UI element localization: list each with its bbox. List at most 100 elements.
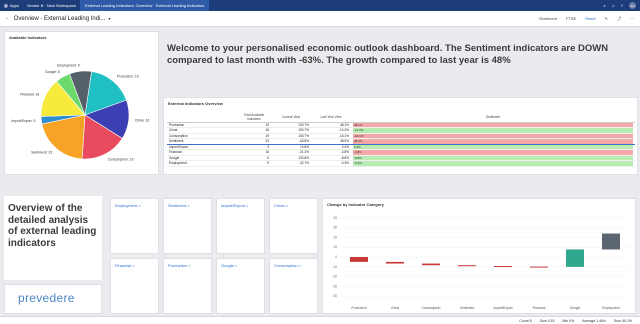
row-sentiment-spark: -10.3% — [351, 127, 635, 134]
sparkline-label: 0.4% — [354, 144, 361, 149]
share-icon[interactable]: ⤴ — [617, 16, 621, 22]
prevedere-logo: prevedere — [18, 291, 75, 305]
sheet-toolbar: ‹ Overview - External Leading Indi... ▾ … — [0, 11, 640, 27]
top-app-bar: ▦ Apps Vendor B · New Workspace External… — [0, 0, 640, 11]
tile-label: Google > — [221, 263, 238, 268]
x-tick-label: Production — [351, 306, 366, 310]
sentiment-sparkline: -16.1% — [353, 133, 633, 138]
pie-label: Google: 6 — [45, 70, 60, 74]
col-header-last[interactable]: Last Year View — [311, 112, 351, 123]
overview-text: Overview of the detailed analysis of ext… — [8, 203, 97, 249]
status-min: Min 0% — [562, 318, 575, 323]
sparkline-label: -16.1% — [354, 133, 364, 138]
tile-production[interactable]: Production > — [163, 258, 212, 314]
sentiment-sparkline: 0.4% — [353, 144, 633, 149]
waterfall-bar-google[interactable] — [566, 249, 584, 267]
avatar[interactable]: ZH — [629, 2, 636, 9]
tile-label: Consumption > — [274, 263, 302, 268]
waterfall-bar-sentiment[interactable] — [458, 265, 476, 267]
pie-label: Employment: 9 — [57, 63, 80, 67]
waterfall-bar-import-export[interactable] — [494, 265, 512, 267]
tile-google[interactable]: Google > — [216, 258, 265, 314]
waterfall-bar-consumption[interactable] — [422, 263, 440, 266]
col-header-current[interactable]: Current View — [271, 112, 311, 123]
sparkline-label: -3.8% — [354, 150, 362, 154]
pie-label: China: 16 — [135, 118, 150, 122]
row-sentiment-spark: -3.8% — [351, 149, 635, 156]
x-tick-label: Consumption — [422, 306, 441, 310]
apps-label: Apps — [9, 3, 19, 8]
status-max: Sum 40.1% — [613, 318, 632, 323]
grid-icon: ▦ — [4, 3, 8, 8]
row-sentiment-spark: -8.8% — [351, 155, 635, 161]
pie-label: Financial: 16 — [20, 93, 39, 97]
sparkline-label: -10.3% — [354, 128, 364, 132]
waterfall-bar-employment[interactable] — [602, 233, 620, 250]
sentiment-filter[interactable]: Sentiment — [539, 16, 557, 21]
sparkline-label: 48.1% — [354, 122, 363, 127]
table-row[interactable]: Employment 9 -32.7% -0.3% -0.3% — [167, 160, 635, 167]
pie-panel: Available Indicators Production: 19 China… — [4, 31, 159, 175]
workspace-selector[interactable]: Vendor B · New Workspace — [23, 0, 80, 11]
sentiment-sparkline: 48.0% — [353, 139, 633, 144]
row-sentiment-spark: 48.1% — [351, 122, 635, 128]
col-header-name — [167, 112, 237, 123]
tile-employment[interactable]: Employment > — [110, 198, 159, 254]
back-icon[interactable]: ‹ — [0, 16, 14, 22]
waterfall-bar-financial[interactable] — [530, 266, 548, 268]
status-count: Count 8 — [519, 318, 532, 323]
y-tick-label: 10 — [333, 245, 337, 249]
edit-icon[interactable]: ✎ — [605, 16, 608, 21]
col-header-sentiment[interactable]: Sentiment — [351, 112, 635, 123]
sparkline-label: -8.8% — [354, 155, 362, 160]
chevron-down-icon[interactable]: ▾ — [108, 16, 110, 21]
sentiment-sparkline: 48.1% — [353, 122, 633, 127]
pie-label: Sentiment: 23 — [31, 151, 52, 155]
x-tick-label: Sentiment — [460, 306, 474, 310]
tile-financial[interactable]: Financial > — [110, 258, 159, 314]
table-title: External Indicators Overview — [168, 101, 223, 106]
y-tick-label: -10 — [332, 265, 337, 269]
sparkline-label: 48.0% — [354, 139, 363, 143]
active-tab[interactable]: External Leading Indicators: Overview · … — [79, 0, 210, 11]
welcome-text: Welcome to your personalised economic ou… — [167, 43, 609, 66]
x-tick-label: China — [391, 306, 400, 310]
sentiment-sparkline: -10.3% — [353, 128, 633, 133]
help-icon[interactable]: ? — [621, 3, 623, 8]
waterfall-bar-production[interactable] — [350, 257, 368, 262]
x-tick-label: Employment — [602, 306, 620, 310]
y-tick-label: -30 — [332, 284, 337, 288]
col-header-total[interactable]: Total Available Indicators — [237, 112, 271, 123]
tile-label: China > — [274, 203, 288, 208]
sparkline-label: -0.3% — [354, 161, 362, 165]
reset-button[interactable]: Reset — [585, 16, 595, 21]
waterfall-chart: 40 30 20 10 0 -10 -20 -30 -40 Production China Cons… — [332, 216, 629, 310]
indicators-table: Total Available Indicators Current View … — [167, 112, 635, 167]
ftse-filter[interactable]: FTSE — [566, 16, 576, 21]
waterfall-bar-china[interactable] — [386, 261, 404, 264]
tile-sentiment[interactable]: Sentiment > — [163, 198, 212, 254]
pie-chart: Production: 19 China: 16 Consumption: 19 Se… — [11, 63, 150, 161]
row-name: Employment — [167, 160, 237, 167]
workspace-label: Vendor B · New Workspace — [26, 3, 76, 8]
sentiment-sparkline: -3.8% — [353, 150, 633, 155]
apps-menu[interactable]: ▦ Apps — [0, 0, 23, 11]
tile-label: Financial > — [115, 263, 135, 268]
x-tick-label: Import/Export — [493, 306, 512, 310]
search-icon[interactable]: ⌕ — [604, 3, 606, 8]
y-tick-label: 40 — [333, 216, 337, 220]
tile-consumption[interactable]: Consumption > — [269, 258, 318, 314]
tile-import-export[interactable]: Import/Export > — [216, 198, 265, 254]
tile-label: Import/Export > — [221, 203, 249, 208]
more-icon[interactable]: ⋯ — [630, 16, 634, 21]
row-sentiment-spark: 0.4% — [351, 144, 635, 150]
row-last: -0.3% — [311, 160, 351, 167]
pie-label: Production: 19 — [117, 74, 139, 78]
notification-icon[interactable]: ♫ — [612, 3, 615, 8]
tile-label: Production > — [168, 263, 191, 268]
tile-china[interactable]: China > — [269, 198, 318, 254]
row-current: -32.7% — [271, 160, 311, 167]
row-sentiment-spark: -16.1% — [351, 133, 635, 139]
row-total: 9 — [237, 160, 271, 167]
y-tick-label: -20 — [332, 275, 337, 279]
